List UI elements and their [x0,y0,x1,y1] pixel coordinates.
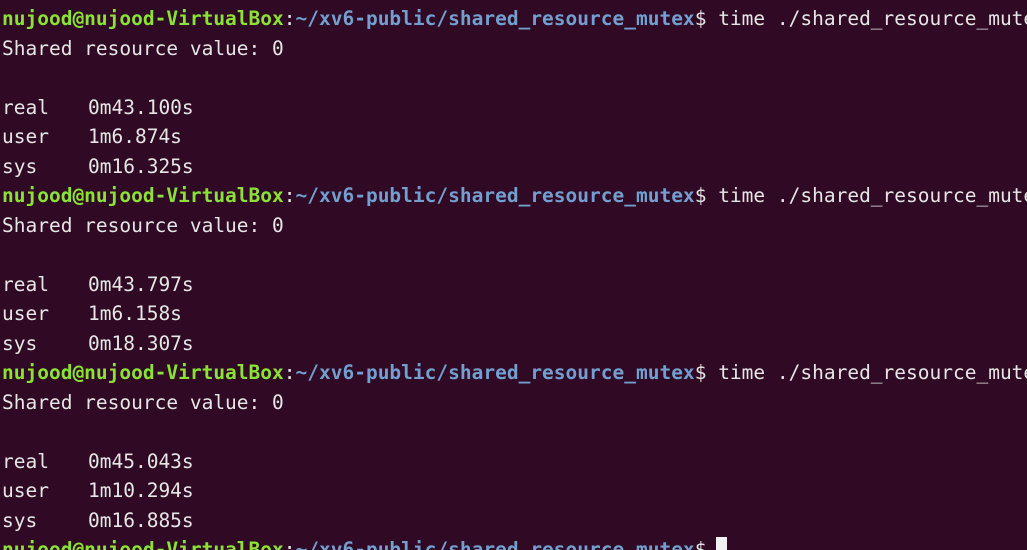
prompt-dollar: $ [694,538,707,550]
timing-label: real [2,449,49,473]
timing-value: 0m18.307s [88,331,194,355]
output-line: Shared resource value: 0 [0,388,1027,418]
output-line: Shared resource value: 0 [0,211,1027,241]
timing-label: real [2,272,49,296]
output-text: Shared resource value: 0 [2,213,284,237]
prompt-path: ~/xv6-public/shared_resource_mutex [295,7,695,30]
timing-user: user 1m6.158s [0,299,1027,329]
command-text: time ./shared_resource_mutex [718,7,1027,30]
timing-value: 1m10.294s [88,479,194,502]
prompt-colon: : [283,7,296,30]
timing-value: 0m45.043s [88,449,194,473]
timing-user: user 1m6.874s [0,122,1027,152]
text-cursor [716,537,728,550]
output-text: Shared resource value: 0 [2,390,284,414]
output-line: Shared resource value: 0 [0,34,1027,64]
timing-label: user [2,479,49,502]
prompt-dollar: $ [694,184,707,207]
command-line: nujood@nujood-VirtualBox:~/xv6-public/sh… [0,358,1027,388]
timing-real: real 0m43.100s [0,93,1027,123]
prompt-path: ~/xv6-public/shared_resource_mutex [295,538,695,550]
timing-label: sys [2,331,38,355]
timing-label: sys [2,154,38,178]
command-text: time ./shared_resource_mutex [718,361,1027,384]
timing-value: 0m16.885s [88,508,194,532]
timing-sys: sys 0m16.885s [0,506,1027,536]
timing-label: real [2,95,49,119]
command-line: nujood@nujood-VirtualBox:~/xv6-public/sh… [0,4,1027,34]
prompt-dollar: $ [694,361,707,384]
command-text: time ./shared_resource_mutex [718,184,1027,207]
timing-real: real 0m43.797s [0,270,1027,300]
prompt-path: ~/xv6-public/shared_resource_mutex [295,361,695,384]
timing-value: 0m16.325s [88,154,194,178]
prompt-user-host: nujood@nujood-VirtualBox [2,538,284,550]
prompt-user-host: nujood@nujood-VirtualBox [2,361,284,384]
output-text: Shared resource value: 0 [2,36,284,60]
timing-label: user [2,125,49,148]
timing-value: 0m43.797s [88,272,194,296]
timing-sys: sys 0m18.307s [0,329,1027,359]
timing-value: 0m43.100s [88,95,194,119]
prompt-dollar: $ [694,7,707,30]
timing-label: user [2,302,49,325]
current-prompt-line[interactable]: nujood@nujood-VirtualBox:~/xv6-public/sh… [0,535,1027,550]
prompt-colon: : [283,538,296,550]
prompt-colon: : [283,184,296,207]
prompt-user-host: nujood@nujood-VirtualBox [2,184,284,207]
timing-label: sys [2,508,38,532]
timing-value: 1m6.158s [88,302,182,325]
prompt-path: ~/xv6-public/shared_resource_mutex [295,184,695,207]
timing-value: 1m6.874s [88,125,182,148]
prompt-user-host: nujood@nujood-VirtualBox [2,7,284,30]
timing-user: user 1m10.294s [0,476,1027,506]
timing-real: real 0m45.043s [0,447,1027,477]
terminal-window[interactable]: nujood@nujood-VirtualBox:~/xv6-public/sh… [0,0,1027,550]
prompt-colon: : [283,361,296,384]
timing-sys: sys 0m16.325s [0,152,1027,182]
command-line: nujood@nujood-VirtualBox:~/xv6-public/sh… [0,181,1027,211]
